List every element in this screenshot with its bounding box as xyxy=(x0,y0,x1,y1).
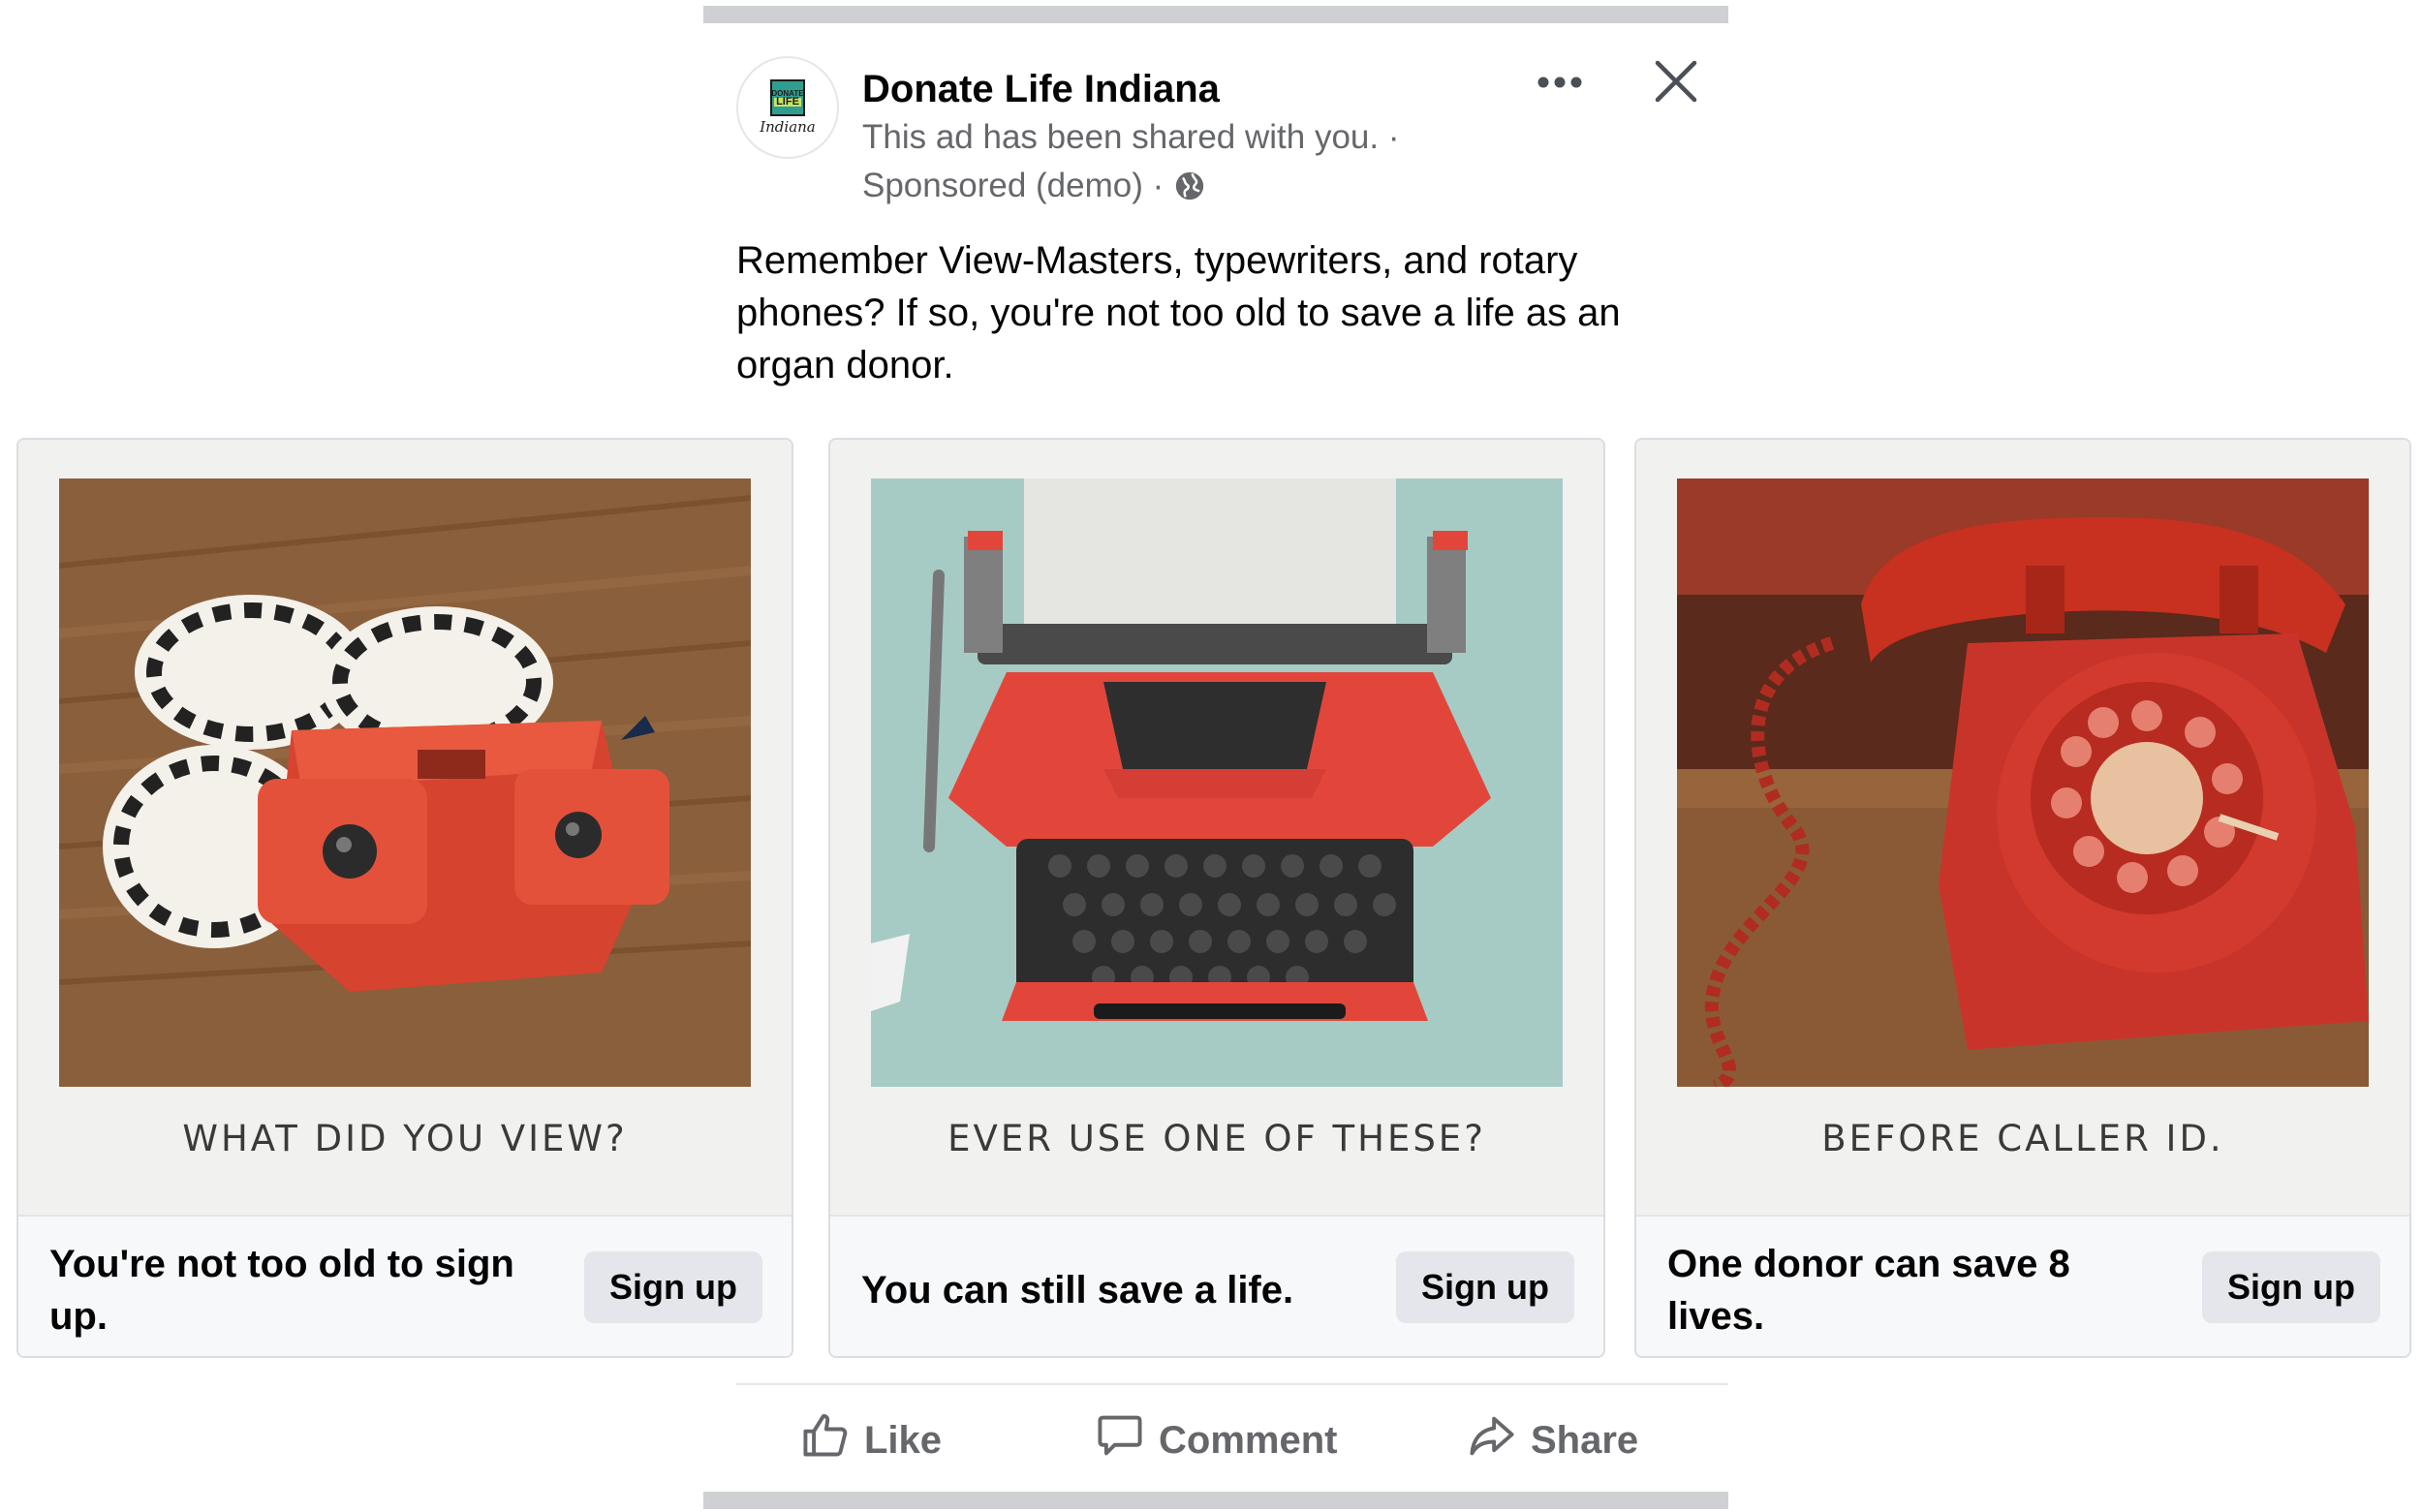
carousel-card[interactable]: WHAT DID YOU VIEW? You're not too old to… xyxy=(16,438,793,1358)
card-footer: You're not too old to sign up. Sign up xyxy=(18,1215,792,1356)
carousel-card[interactable]: BEFORE CALLER ID. One donor can save 8 l… xyxy=(1634,438,2411,1358)
logo-line2: LIFE xyxy=(774,96,801,108)
share-icon xyxy=(1467,1410,1517,1470)
card-headline[interactable]: You can still save a life. xyxy=(861,1264,1365,1316)
polaroid-frame: BEFORE CALLER ID. xyxy=(1636,440,2409,1215)
page-name-link[interactable]: Donate Life Indiana xyxy=(862,68,1220,111)
card-caption: BEFORE CALLER ID. xyxy=(1821,1118,2224,1159)
top-divider-bar xyxy=(703,6,1728,23)
polaroid-frame: WHAT DID YOU VIEW? xyxy=(18,440,792,1215)
polaroid-frame: EVER USE ONE OF THESE? xyxy=(830,440,1603,1215)
thumbs-up-icon xyxy=(800,1410,851,1470)
typewriter-image xyxy=(871,478,1563,1087)
logo-script: Indiana xyxy=(760,118,816,136)
globe-icon xyxy=(1173,170,1206,202)
view-master-image xyxy=(59,478,751,1087)
sponsored-text[interactable]: Sponsored (demo) · xyxy=(862,167,1164,205)
card-headline[interactable]: You're not too old to sign up. xyxy=(49,1238,553,1342)
comment-button[interactable]: Comment xyxy=(1095,1399,1337,1482)
comment-label: Comment xyxy=(1159,1418,1338,1462)
like-button[interactable]: Like xyxy=(800,1399,942,1482)
sign-up-button[interactable]: Sign up xyxy=(2202,1251,2380,1323)
post-message: Remember View-Masters, typewriters, and … xyxy=(736,239,1621,386)
close-icon xyxy=(1654,59,1698,108)
comment-icon xyxy=(1095,1410,1145,1470)
share-label: Share xyxy=(1531,1418,1639,1462)
share-button[interactable]: Share xyxy=(1467,1399,1638,1482)
sign-up-button[interactable]: Sign up xyxy=(1396,1251,1574,1323)
like-label: Like xyxy=(864,1418,943,1462)
more-options-button[interactable] xyxy=(1531,60,1589,108)
bottom-divider-bar xyxy=(703,1492,1728,1509)
card-footer: One donor can save 8 lives. Sign up xyxy=(1636,1215,2409,1356)
card-footer: You can still save a life. Sign up xyxy=(830,1215,1603,1356)
more-horizontal-icon xyxy=(1537,76,1583,94)
sign-up-button[interactable]: Sign up xyxy=(584,1251,762,1323)
donate-life-logo: DONATE LIFE xyxy=(770,79,805,116)
actions-divider xyxy=(736,1383,1728,1385)
card-caption: WHAT DID YOU VIEW? xyxy=(182,1118,628,1159)
carousel-card[interactable]: EVER USE ONE OF THESE? You can still sav… xyxy=(828,438,1605,1358)
sponsored-label: Sponsored (demo) · xyxy=(862,167,1206,205)
post-actions-bar: Like Comment Share xyxy=(736,1399,1728,1482)
rotary-phone-image xyxy=(1677,478,2369,1087)
card-caption: EVER USE ONE OF THESE? xyxy=(947,1118,1486,1159)
shared-note: This ad has been shared with you. · xyxy=(862,118,1400,156)
close-button[interactable] xyxy=(1647,54,1705,112)
page-avatar[interactable]: DONATE LIFE Indiana xyxy=(736,56,839,159)
card-headline[interactable]: One donor can save 8 lives. xyxy=(1667,1238,2171,1342)
